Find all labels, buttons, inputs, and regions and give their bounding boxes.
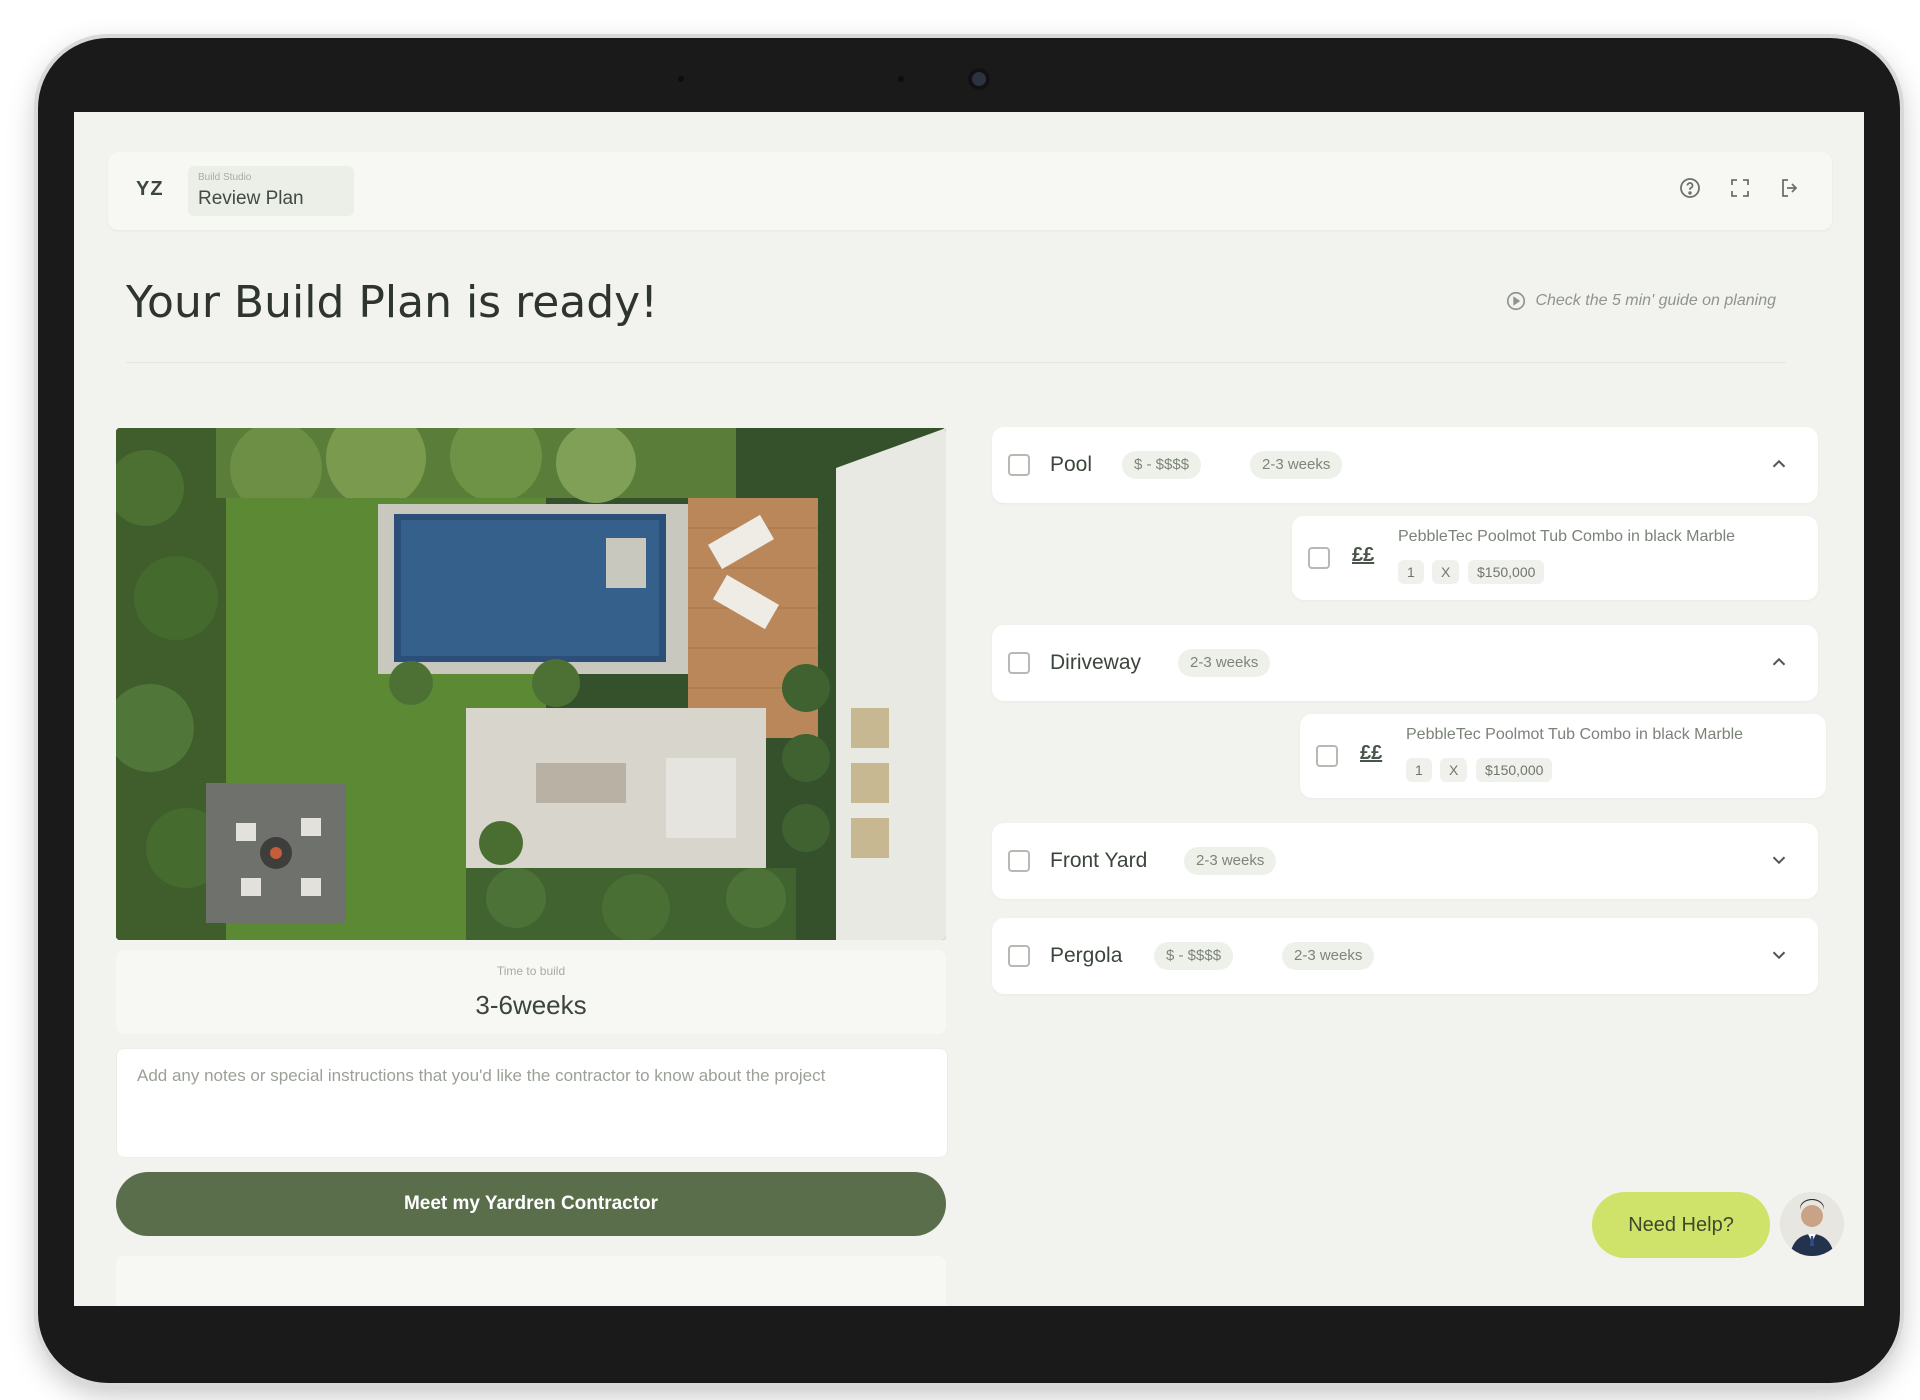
page-title: Your Build Plan is ready! bbox=[126, 277, 658, 328]
cost-icon: ££ bbox=[1360, 742, 1383, 764]
top-icons bbox=[1678, 176, 1802, 200]
backyard-aerial-image bbox=[116, 428, 946, 940]
logo[interactable]: YZ bbox=[136, 178, 164, 201]
breadcrumb-current: Review Plan bbox=[198, 188, 304, 209]
sensor bbox=[898, 76, 904, 82]
chevron-up-icon[interactable] bbox=[1768, 453, 1790, 475]
notes-input[interactable] bbox=[117, 1049, 947, 1157]
chevron-down-icon[interactable] bbox=[1768, 944, 1790, 966]
item-price: $150,000 bbox=[1468, 560, 1545, 584]
avatar[interactable] bbox=[1780, 1192, 1844, 1256]
camera bbox=[968, 68, 990, 90]
section-checkbox[interactable] bbox=[1008, 850, 1030, 872]
item-name: PebbleTec Poolmot Tub Combo in black Mar… bbox=[1398, 528, 1736, 545]
chevron-up-icon[interactable] bbox=[1768, 651, 1790, 673]
section-front-yard[interactable]: Front Yard 2-3 weeks bbox=[992, 823, 1818, 899]
person-icon bbox=[1780, 1192, 1844, 1256]
duration-pill: 2-3 weeks bbox=[1250, 451, 1343, 479]
guide-link-label: Check the 5 min' guide on planing bbox=[1535, 292, 1776, 309]
section-checkbox[interactable] bbox=[1008, 454, 1030, 476]
section-title: Pergola bbox=[1050, 944, 1123, 967]
time-to-build-card: Time to build 3-6weeks bbox=[116, 950, 946, 1034]
duration-pill: 2-3 weeks bbox=[1184, 847, 1277, 875]
section-title: Pool bbox=[1050, 453, 1093, 476]
section-pool[interactable]: Pool $ - $$$$ 2-3 weeks bbox=[992, 427, 1818, 503]
item-times: X bbox=[1432, 560, 1460, 584]
tablet-device: YZ Build Studio Review Plan Your Build P… bbox=[38, 38, 1900, 1383]
help-circle-icon[interactable] bbox=[1678, 176, 1702, 200]
item-qty[interactable]: 1 bbox=[1406, 758, 1432, 782]
item-name: PebbleTec Poolmot Tub Combo in black Mar… bbox=[1406, 726, 1744, 743]
duration-pill: 2-3 weeks bbox=[1282, 942, 1375, 970]
notes-card bbox=[116, 1048, 948, 1158]
section-driveway[interactable]: Diriveway 2-3 weeks bbox=[992, 625, 1818, 701]
section-title: Diriveway bbox=[1050, 651, 1142, 674]
need-help-button[interactable]: Need Help? bbox=[1592, 1192, 1770, 1258]
play-icon bbox=[1507, 291, 1526, 311]
top-bar: YZ Build Studio Review Plan bbox=[108, 152, 1832, 230]
section-title: Front Yard bbox=[1050, 849, 1148, 872]
price-pill: $ - $$$$ bbox=[1154, 942, 1234, 970]
line-item: ££ PebbleTec Poolmot Tub Combo in black … bbox=[1300, 714, 1826, 798]
cost-icon: ££ bbox=[1352, 544, 1375, 566]
screen: YZ Build Studio Review Plan Your Build P… bbox=[74, 112, 1864, 1306]
item-qty[interactable]: 1 bbox=[1398, 560, 1424, 584]
duration-pill: 2-3 weeks bbox=[1178, 649, 1271, 677]
item-price: $150,000 bbox=[1476, 758, 1553, 782]
time-to-build-value: 3-6weeks bbox=[475, 990, 587, 1020]
time-to-build-label: Time to build bbox=[496, 964, 566, 978]
breadcrumb-parent[interactable]: Build Studio bbox=[198, 172, 251, 183]
section-pergola[interactable]: Pergola $ - $$$$ 2-3 weeks bbox=[992, 918, 1818, 994]
sensor bbox=[678, 76, 684, 82]
item-checkbox[interactable] bbox=[1308, 547, 1330, 569]
line-item: ££ PebbleTec Poolmot Tub Combo in black … bbox=[1292, 516, 1818, 600]
logout-icon[interactable] bbox=[1778, 176, 1802, 200]
item-checkbox[interactable] bbox=[1316, 745, 1338, 767]
expand-icon[interactable] bbox=[1728, 176, 1752, 200]
divider bbox=[126, 362, 1786, 363]
plan-image bbox=[116, 428, 946, 940]
item-times: X bbox=[1440, 758, 1468, 782]
chevron-down-icon[interactable] bbox=[1768, 849, 1790, 871]
price-pill: $ - $$$$ bbox=[1122, 451, 1202, 479]
next-card bbox=[116, 1256, 946, 1306]
section-checkbox[interactable] bbox=[1008, 652, 1030, 674]
meet-contractor-button[interactable]: Meet my Yardren Contractor bbox=[116, 1172, 946, 1236]
section-checkbox[interactable] bbox=[1008, 945, 1030, 967]
breadcrumb: Build Studio Review Plan bbox=[188, 166, 354, 216]
guide-link[interactable]: Check the 5 min' guide on planing bbox=[1505, 290, 1776, 312]
